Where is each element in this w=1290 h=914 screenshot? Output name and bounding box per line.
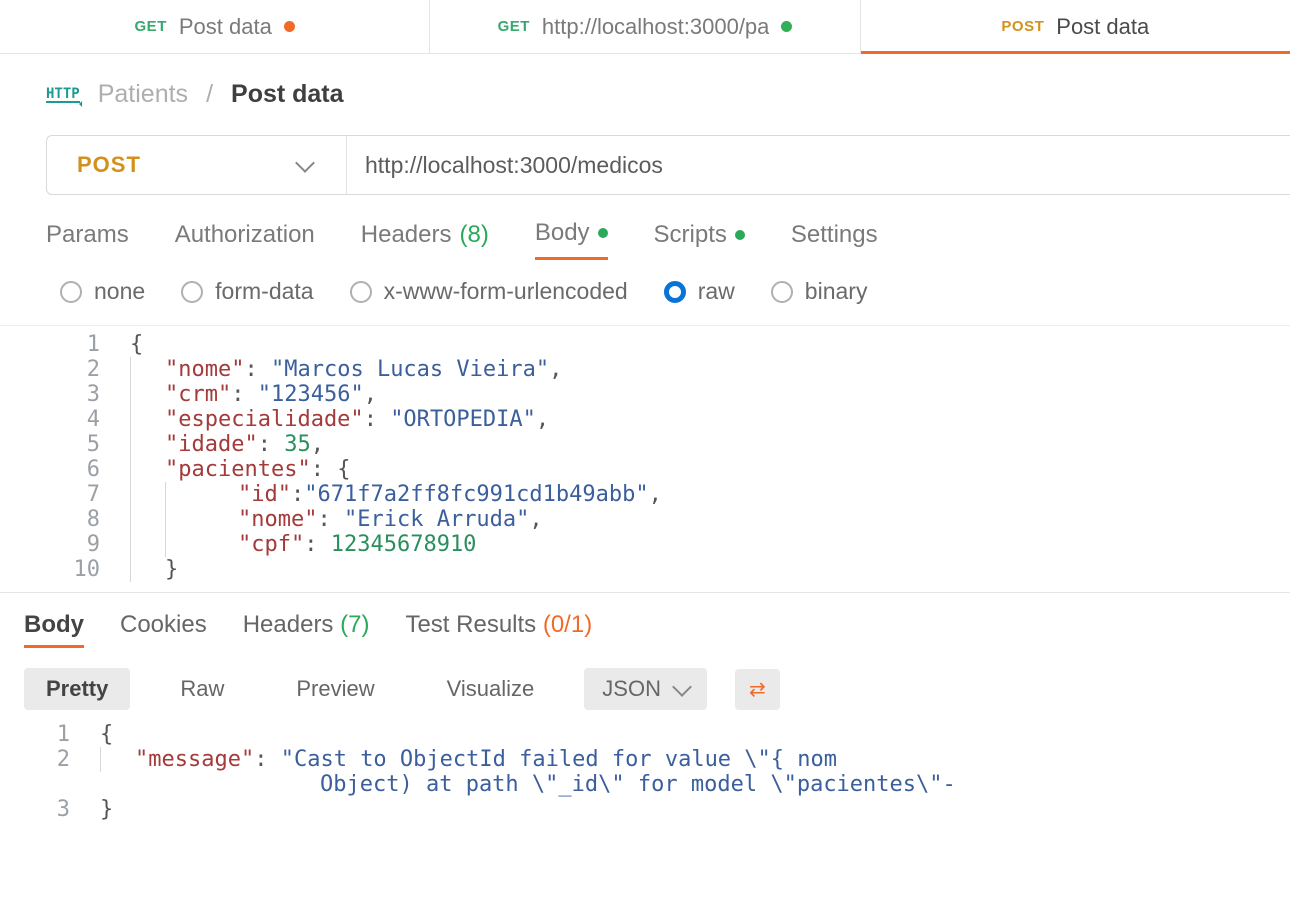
- subtab-headers-count: (8): [460, 221, 489, 249]
- breadcrumb-sep: /: [206, 80, 213, 109]
- body-type-formdata[interactable]: form-data: [181, 278, 313, 305]
- wrap-icon: ⇄: [749, 677, 766, 702]
- body-type-binary[interactable]: binary: [771, 278, 868, 305]
- radio-icon: [181, 281, 203, 303]
- wrap-lines-button[interactable]: ⇄: [735, 669, 780, 710]
- subtab-settings[interactable]: Settings: [791, 219, 878, 260]
- tab-title: Post data: [1056, 14, 1149, 40]
- view-raw[interactable]: Raw: [158, 668, 246, 710]
- resp-test-label: Test Results: [405, 611, 536, 638]
- tab-method: GET: [135, 18, 167, 35]
- subtab-scripts-label: Scripts: [654, 221, 727, 249]
- subtab-scripts[interactable]: Scripts: [654, 219, 745, 260]
- code: Object) at path \"_id\" for model \"paci…: [100, 772, 956, 797]
- request-subtabs: Params Authorization Headers (8) Body Sc…: [0, 195, 1290, 260]
- code: "cpf": 12345678910: [130, 532, 476, 557]
- radio-icon: [771, 281, 793, 303]
- subtab-params[interactable]: Params: [46, 219, 129, 260]
- request-line: POST: [46, 135, 1290, 195]
- request-body-editor[interactable]: 1{ 2"nome": "Marcos Lucas Vieira", 3"crm…: [0, 325, 1290, 592]
- code: "nome": "Erick Arruda",: [130, 507, 543, 532]
- code: "especialidade": "ORTOPEDIA",: [130, 407, 549, 432]
- subtab-body[interactable]: Body: [535, 219, 608, 260]
- dot-icon: [735, 230, 745, 240]
- tab-method: POST: [1001, 18, 1044, 35]
- body-type-label: binary: [805, 278, 868, 305]
- method-label: POST: [77, 152, 141, 178]
- breadcrumb-current: Post data: [231, 80, 344, 109]
- view-pretty[interactable]: Pretty: [24, 668, 130, 710]
- chevron-down-icon: [295, 153, 315, 173]
- code: "message": "Cast to ObjectId failed for …: [100, 747, 837, 772]
- tab-get-post-data[interactable]: GET Post data: [0, 0, 430, 53]
- code: "crm": "123456",: [130, 382, 377, 407]
- response-format-label: JSON: [602, 676, 661, 702]
- body-type-urlencoded[interactable]: x-www-form-urlencoded: [350, 278, 628, 305]
- unsaved-dot-icon: [284, 21, 295, 32]
- tab-get-localhost[interactable]: GET http://localhost:3000/pa: [430, 0, 860, 53]
- code: }: [130, 557, 178, 582]
- code: {: [100, 722, 113, 747]
- http-icon: HTTP: [46, 87, 80, 103]
- method-select[interactable]: POST: [47, 136, 347, 194]
- view-visualize[interactable]: Visualize: [425, 668, 557, 710]
- response-view-row: Pretty Raw Preview Visualize JSON ⇄: [0, 658, 1290, 718]
- response-body-editor[interactable]: 1{ 2"message": "Cast to ObjectId failed …: [0, 718, 1290, 822]
- body-type-none[interactable]: none: [60, 278, 145, 305]
- radio-icon: [664, 281, 686, 303]
- unsaved-dot-icon: [781, 21, 792, 32]
- tab-post-post-data[interactable]: POST Post data: [861, 0, 1290, 53]
- resp-headers-label: Headers: [243, 611, 334, 638]
- response-tab-body[interactable]: Body: [24, 611, 84, 648]
- dot-icon: [598, 228, 608, 238]
- radio-icon: [60, 281, 82, 303]
- response-tab-cookies[interactable]: Cookies: [120, 611, 207, 648]
- tab-method: GET: [498, 18, 530, 35]
- body-type-raw[interactable]: raw: [664, 278, 735, 305]
- breadcrumb-collection[interactable]: Patients: [98, 80, 188, 109]
- body-type-label: form-data: [215, 278, 313, 305]
- body-type-label: raw: [698, 278, 735, 305]
- view-preview[interactable]: Preview: [274, 668, 396, 710]
- radio-icon: [350, 281, 372, 303]
- code: "nome": "Marcos Lucas Vieira",: [130, 357, 562, 382]
- subtab-authorization[interactable]: Authorization: [175, 219, 315, 260]
- response-tabs: Body Cookies Headers (7) Test Results (0…: [0, 592, 1290, 658]
- response-tab-test-results[interactable]: Test Results (0/1): [405, 611, 592, 648]
- code: "pacientes": {: [130, 457, 350, 482]
- subtab-headers-label: Headers: [361, 221, 452, 249]
- body-type-label: x-www-form-urlencoded: [384, 278, 628, 305]
- tab-title: Post data: [179, 14, 272, 40]
- code: "idade": 35,: [130, 432, 324, 457]
- resp-test-count: (0/1): [543, 611, 592, 638]
- response-format-select[interactable]: JSON: [584, 668, 707, 710]
- tab-title: http://localhost:3000/pa: [542, 14, 770, 40]
- subtab-body-label: Body: [535, 219, 590, 247]
- code: }: [100, 797, 113, 822]
- body-type-label: none: [94, 278, 145, 305]
- url-input[interactable]: [347, 152, 1290, 179]
- body-type-row: none form-data x-www-form-urlencoded raw…: [0, 260, 1290, 315]
- code: {: [130, 332, 143, 357]
- breadcrumb: HTTP Patients / Post data: [0, 54, 1290, 135]
- subtab-headers[interactable]: Headers (8): [361, 219, 489, 260]
- chevron-down-icon: [672, 677, 692, 697]
- code: "id":"671f7a2ff8fc991cd1b49abb",: [130, 482, 662, 507]
- resp-headers-count: (7): [340, 611, 369, 638]
- response-tab-headers[interactable]: Headers (7): [243, 611, 370, 648]
- request-tabs: GET Post data GET http://localhost:3000/…: [0, 0, 1290, 54]
